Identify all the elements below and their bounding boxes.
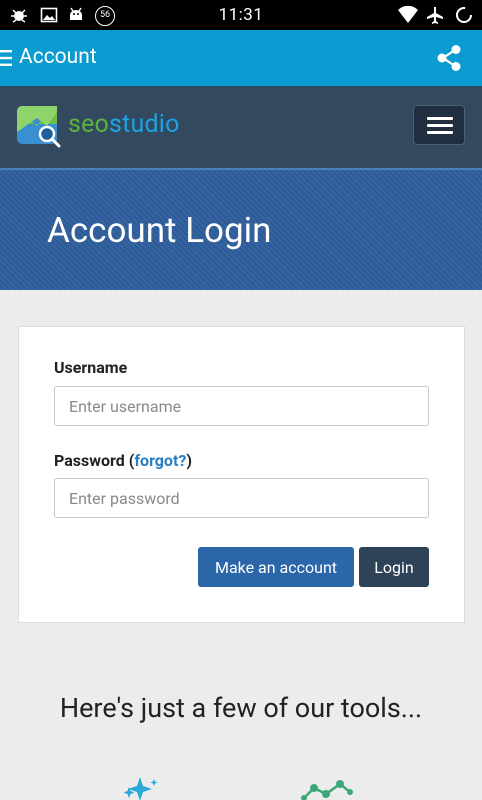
navbar-toggle-button[interactable] [413,105,465,145]
network-nodes-icon [301,780,353,800]
seostudio-logo-icon[interactable] [17,104,63,148]
airplane-icon [427,7,443,24]
make-account-button[interactable]: Make an account [198,547,354,587]
status-bar: 56 11:31 [0,0,482,30]
logo-seo-text: seo [68,110,110,139]
sparkle-icon [123,777,158,800]
app-bar-title: Account [19,45,97,69]
password-label-text: Password [54,451,125,470]
username-label: Username [54,358,128,377]
wifi-icon [398,6,418,23]
tools-heading: Here's just a few of our tools... [59,692,423,724]
site-header: seostudio [0,86,482,168]
password-input[interactable] [54,478,429,518]
app-bar: Account [0,30,482,86]
username-input[interactable] [54,386,429,426]
hamburger-icon-bar [427,124,453,127]
site-logo-text[interactable]: seostudio [68,110,180,139]
forgot-close-paren: ) [186,451,192,470]
hamburger-icon-bar [427,131,453,134]
page-title: Account Login [47,210,272,251]
page-banner: Account Login [0,168,482,290]
hamburger-icon [427,117,453,120]
menu-icon[interactable] [0,49,12,67]
logo-studio-text: studio [109,110,180,139]
sync-icon [456,7,472,23]
login-card: Username Password (forgot?) Make an acco… [18,326,465,623]
forgot-password-link[interactable]: forgot? [134,451,186,470]
login-button[interactable]: Login [359,547,429,587]
share-icon[interactable] [435,44,463,72]
password-label: Password (forgot?) [54,451,192,470]
